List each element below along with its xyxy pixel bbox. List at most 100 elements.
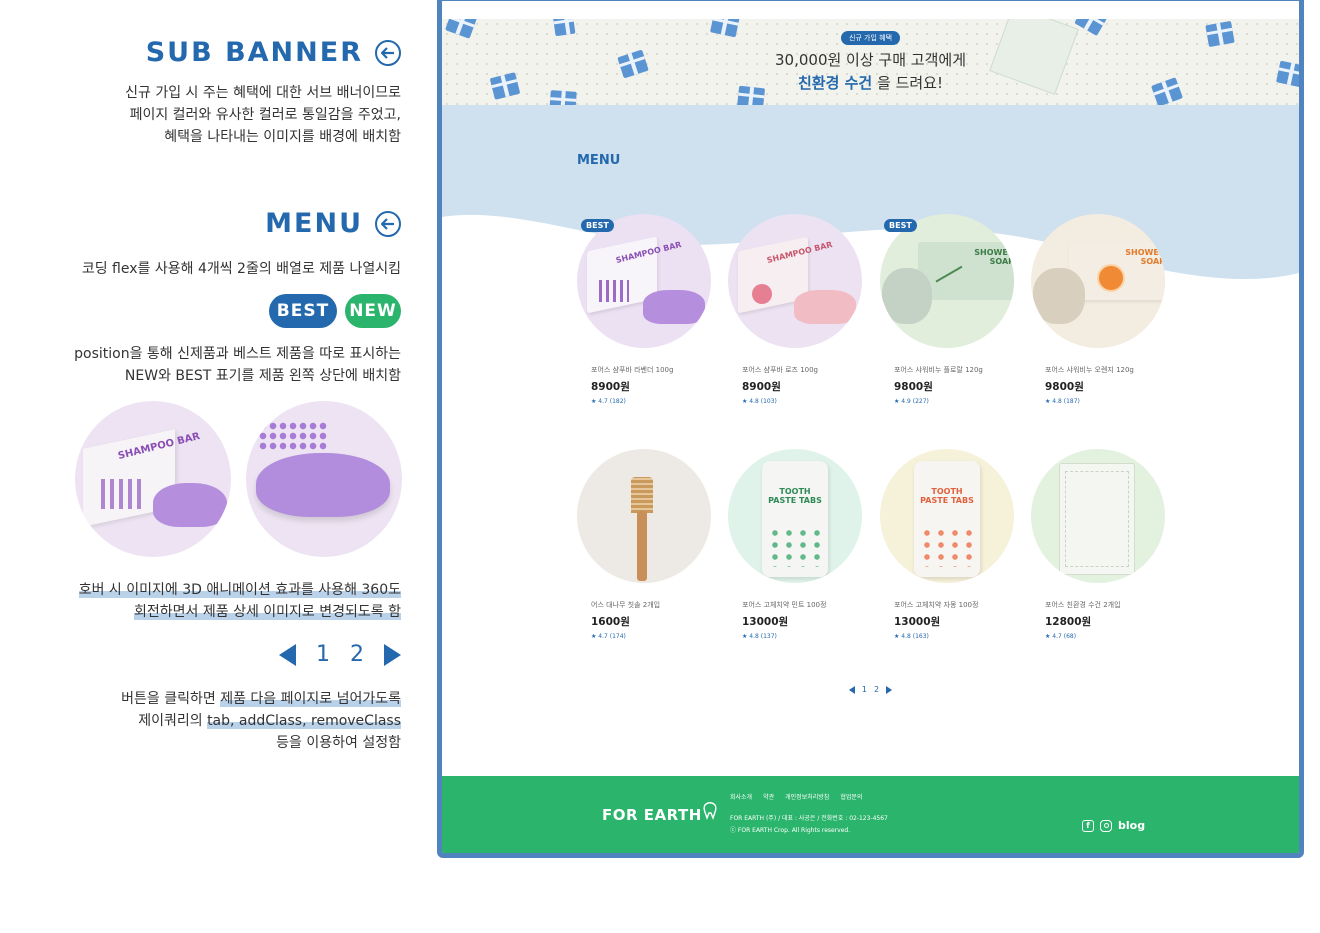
note-line: position을 통해 신제품과 베스트 제품을 따로 표시하는 bbox=[74, 346, 401, 362]
footer-company-info: FOR EARTH (주) / 대표 : 사공은 / 전화번호 : 02-123… bbox=[730, 813, 888, 837]
product-price: 9800원 bbox=[1045, 381, 1084, 393]
pager-page-2: 2 bbox=[350, 642, 364, 667]
product-price: 8900원 bbox=[591, 381, 630, 393]
product-box-label: SHOWER SOAP bbox=[974, 248, 1014, 266]
banner-line2: 친환경 수건 을 드려요! bbox=[442, 72, 1299, 93]
note-line: 호버 시 이미지에 3D 애니메이션 효과를 사용해 360도 bbox=[78, 582, 401, 598]
product-card[interactable]: SHOWER SOAP BEST 포어스 샤워비누 플로랄 120g 9800원… bbox=[880, 214, 1014, 405]
sub-banner-note: 신규 가입 시 주는 혜택에 대한 서브 배너이므로 페이지 컬러와 유사한 컬… bbox=[125, 82, 401, 148]
product-card[interactable]: 포어스 친환경 수건 2개입 12800원 ★ 4.7 (68) bbox=[1031, 449, 1165, 640]
product-price: 13000원 bbox=[894, 616, 941, 628]
product-price: 12800원 bbox=[1045, 616, 1092, 628]
product-name: 포어스 샴푸바 로즈 100g bbox=[742, 366, 818, 374]
product-price: 8900원 bbox=[742, 381, 781, 393]
product-image: TOOTH PASTE TABS bbox=[880, 449, 1014, 583]
next-arrow-icon bbox=[384, 643, 401, 666]
note-text: 버튼을 클릭하면 bbox=[121, 691, 221, 707]
note-line: 신규 가입 시 주는 혜택에 대한 서브 배너이므로 bbox=[125, 85, 401, 101]
product-name: 포어스 샴푸바 라벤더 100g bbox=[591, 366, 674, 374]
pager-page-1: 1 bbox=[316, 642, 330, 667]
footer-info-line: FOR EARTH (주) / 대표 : 사공은 / 전화번호 : 02-123… bbox=[730, 815, 888, 822]
facebook-icon[interactable]: f bbox=[1082, 819, 1094, 832]
arrow-left-circle-icon bbox=[375, 210, 401, 237]
product-image: TOOTH PASTE TABS bbox=[728, 449, 862, 583]
menu-title: MENU bbox=[577, 153, 621, 168]
product-card[interactable]: SHAMPOO BAR 포어스 샴푸바 로즈 100g 8900원 ★ 4.8 … bbox=[728, 214, 862, 405]
annotation-column: SUB BANNER 신규 가입 시 주는 혜택에 대한 서브 배너이므로 페이… bbox=[0, 0, 410, 933]
product-rating: ★ 4.8 (103) bbox=[742, 398, 777, 405]
footer-logo[interactable]: FOR EARTH bbox=[602, 802, 717, 824]
best-badge: BEST bbox=[884, 219, 917, 232]
footer: FOR EARTH 회사소개 약관 개인정보처리방침 협업문의 FOR EART… bbox=[442, 776, 1299, 853]
product-image bbox=[1031, 449, 1165, 583]
product-card[interactable]: TOOTH PASTE TABS 포어스 고체치약 민트 100정 13000원… bbox=[728, 449, 862, 640]
menu-wave-background bbox=[442, 105, 1299, 280]
product-box-label: TOOTH PASTE TABS bbox=[768, 487, 822, 505]
product-price: 13000원 bbox=[742, 616, 789, 628]
banner-tag: 신규 가입 혜택 bbox=[840, 31, 901, 45]
best-badge: BEST bbox=[581, 219, 614, 232]
menu-section-title: MENU bbox=[265, 208, 363, 239]
product-name: 포어스 샤워비누 플로랄 120g bbox=[894, 366, 983, 374]
product-image: SHOWER SOAP bbox=[880, 214, 1014, 348]
menu-section: MENU SHAMPOO BAR BEST 포어스 샴푸바 라벤더 100g 8… bbox=[442, 105, 1299, 771]
product-rating: ★ 4.8 (163) bbox=[894, 633, 929, 640]
sub-banner-heading: SUB BANNER bbox=[146, 37, 401, 68]
flex-note: 코딩 flex를 사용해 4개씩 2줄의 배열로 제품 나열시킴 bbox=[82, 258, 401, 280]
product-image: SHAMPOO BAR bbox=[577, 214, 711, 348]
footer-link-partnership[interactable]: 협업문의 bbox=[840, 792, 862, 801]
best-badge: BEST bbox=[269, 294, 337, 328]
product-image: SHOWER SOAP bbox=[1031, 214, 1165, 348]
product-card[interactable]: TOOTH PASTE TABS 포어스 고체치약 자몽 100정 13000원… bbox=[880, 449, 1014, 640]
note-line: NEW와 BEST 표기를 제품 왼쪽 상단에 배치함 bbox=[124, 368, 401, 384]
note-line: 등을 이용하여 설정함 bbox=[276, 735, 401, 751]
arrow-left-circle-icon bbox=[375, 39, 401, 66]
product-card[interactable]: 어스 대나무 칫솔 2개입 1600원 ★ 4.7 (174) bbox=[577, 449, 711, 640]
prev-page-button[interactable] bbox=[848, 685, 855, 694]
product-image: SHAMPOO BAR bbox=[728, 214, 862, 348]
footer-copyright: ⓒ FOR EARTH Crop. All Rights reserved. bbox=[730, 827, 851, 834]
footer-link-terms[interactable]: 약관 bbox=[763, 792, 774, 801]
page-preview: 신규 가입 혜택 30,000원 이상 구매 고객에게 친환경 수건 을 드려요… bbox=[437, 0, 1304, 858]
footer-link-company[interactable]: 회사소개 bbox=[730, 792, 752, 801]
banner-copy: 신규 가입 혜택 30,000원 이상 구매 고객에게 친환경 수건 을 드려요… bbox=[442, 25, 1299, 93]
product-rating: ★ 4.7 (182) bbox=[591, 398, 626, 405]
product-name: 어스 대나무 칫솔 2개입 bbox=[591, 601, 661, 609]
note-line: 혜택을 나타내는 이미지를 배경에 배치함 bbox=[164, 129, 401, 145]
product-rating: ★ 4.7 (68) bbox=[1045, 633, 1077, 640]
blog-link[interactable]: blog bbox=[1118, 819, 1145, 832]
product-name: 포어스 고체치약 자몽 100정 bbox=[894, 601, 979, 609]
signup-sub-banner[interactable]: 신규 가입 혜택 30,000원 이상 구매 고객에게 친환경 수건 을 드려요… bbox=[442, 19, 1299, 105]
next-page-button[interactable] bbox=[886, 685, 893, 694]
product-card[interactable]: SHAMPOO BAR BEST 포어스 샴푸바 라벤더 100g 8900원 … bbox=[577, 214, 711, 405]
product-image bbox=[577, 449, 711, 583]
position-note: position을 통해 신제품과 베스트 제품을 따로 표시하는 NEW와 B… bbox=[74, 343, 401, 387]
page-2-link[interactable]: 2 bbox=[874, 685, 879, 694]
footer-social: f blog bbox=[1082, 819, 1145, 832]
product-box-label: SHOWER SOAP bbox=[1125, 248, 1165, 266]
product-name: 포어스 고체치약 민트 100정 bbox=[742, 601, 827, 609]
sub-banner-title: SUB BANNER bbox=[145, 37, 363, 68]
product-card[interactable]: SHOWER SOAP 포어스 샤워비누 오렌지 120g 9800원 ★ 4.… bbox=[1031, 214, 1165, 405]
hover-note: 호버 시 이미지에 3D 애니메이션 효과를 사용해 360도 회전하면서 제품… bbox=[78, 579, 401, 623]
product-rating: ★ 4.7 (174) bbox=[591, 633, 626, 640]
product-name: 포어스 친환경 수건 2개입 bbox=[1045, 601, 1121, 609]
note-line: 회전하면서 제품 상세 이미지로 변경되도록 함 bbox=[134, 604, 401, 620]
product-name: 포어스 샤워비누 오렌지 120g bbox=[1045, 366, 1134, 374]
top-strip bbox=[442, 1, 1299, 19]
prev-arrow-icon bbox=[279, 643, 296, 666]
product-rating: ★ 4.8 (187) bbox=[1045, 398, 1080, 405]
badge-examples: BEST NEW bbox=[269, 294, 401, 328]
instagram-icon[interactable] bbox=[1100, 819, 1112, 832]
product-rating: ★ 4.8 (137) bbox=[742, 633, 777, 640]
new-badge: NEW bbox=[345, 294, 401, 328]
page-1-link[interactable]: 1 bbox=[862, 685, 867, 694]
footer-link-privacy[interactable]: 개인정보처리방침 bbox=[785, 792, 829, 801]
note-line: 페이지 컬러와 유사한 컬러로 통일감을 주었고, bbox=[129, 107, 401, 123]
product-pager: 1 2 bbox=[442, 685, 1299, 694]
product-box-label: TOOTH PASTE TABS bbox=[920, 487, 974, 505]
product-rating: ★ 4.9 (227) bbox=[894, 398, 929, 405]
note-text: 제이쿼리의 bbox=[138, 713, 208, 729]
hover-demo-front-image: SHAMPOO BAR bbox=[75, 401, 231, 557]
footer-links: 회사소개 약관 개인정보처리방침 협업문의 bbox=[730, 792, 862, 801]
